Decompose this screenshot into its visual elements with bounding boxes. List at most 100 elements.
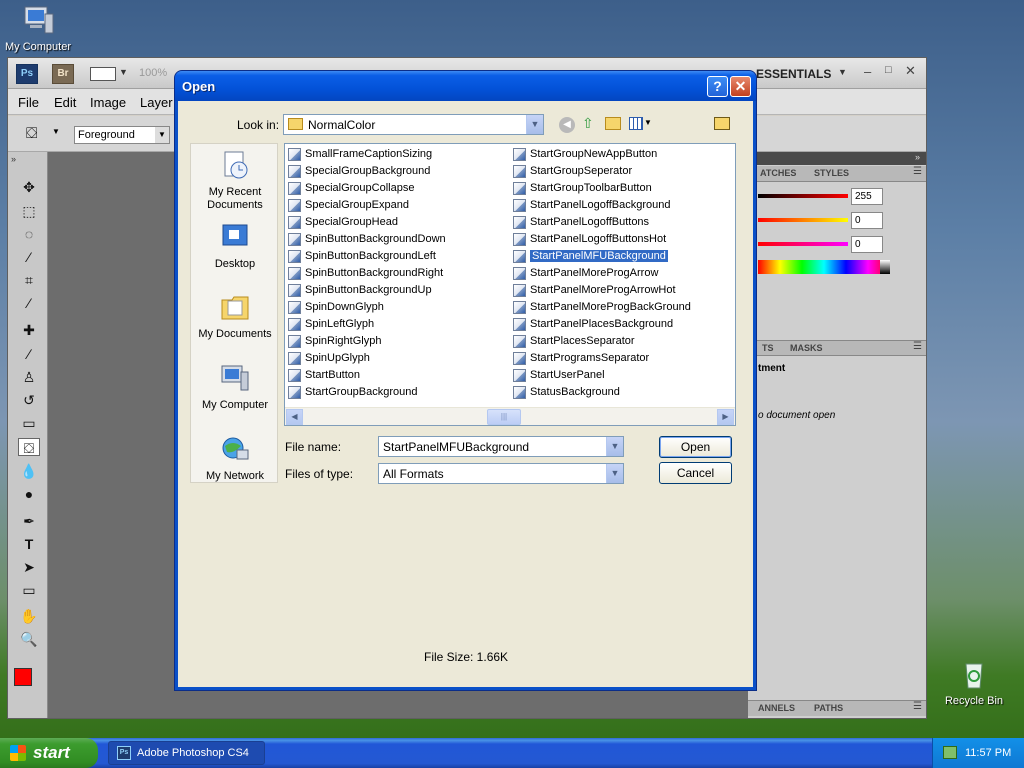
red-slider[interactable] [758,194,848,198]
healing-brush-icon[interactable]: ✚ [18,321,40,339]
minimize-icon[interactable]: – [864,64,871,79]
color-spectrum[interactable] [758,260,890,274]
tab-adjustments[interactable]: TS [762,343,774,353]
open-button[interactable]: Open [659,436,732,458]
brush-tool-icon[interactable]: ∕ [18,345,40,363]
type-tool-icon[interactable]: T [18,535,40,553]
horizontal-scrollbar[interactable]: ◀ ||| ▶ [285,407,735,425]
file-item[interactable]: SmallFrameCaptionSizing [287,146,432,162]
menu-edit[interactable]: Edit [54,95,76,110]
close-icon[interactable]: ✕ [905,63,916,79]
new-folder-icon[interactable] [605,117,621,130]
desktop-icon-recycle-bin[interactable]: Recycle Bin [936,658,1012,707]
hand-tool-icon[interactable]: ✋ [18,607,40,625]
pen-tool-icon[interactable]: ✒ [18,512,40,530]
path-selection-icon[interactable]: ➤ [18,558,40,576]
blue-slider[interactable] [758,242,848,246]
help-button[interactable]: ? [707,76,728,97]
file-item[interactable]: StartProgramsSeparator [512,350,649,366]
place-my-network[interactable]: My Network [191,434,279,483]
view-extras-icon[interactable] [90,67,116,81]
file-item[interactable]: SpinButtonBackgroundUp [287,282,432,298]
move-tool-icon[interactable]: ✥ [18,178,40,196]
chevron-down-icon[interactable]: ▼ [644,118,652,127]
close-button[interactable]: ✕ [730,76,751,97]
crop-tool-icon[interactable]: ⌗ [18,271,40,289]
clock[interactable]: 11:57 PM [965,747,1011,759]
panel-menu-icon[interactable]: ☰ [913,341,922,352]
fill-source-select[interactable]: Foreground ▼ [74,126,170,144]
file-item[interactable]: SpinLeftGlyph [287,316,374,332]
zoom-level[interactable]: 100% [139,67,167,79]
file-item[interactable]: SpinButtonBackgroundDown [287,231,446,247]
menu-image[interactable]: Image [90,95,126,110]
place-my-computer[interactable]: My Computer [191,363,279,412]
magic-wand-icon[interactable]: ⁄ [18,248,40,266]
file-item[interactable]: StartGroupBackground [287,384,418,400]
file-item[interactable]: StartPanelMoreProgBackGround [512,299,691,315]
file-item[interactable]: SpinUpGlyph [287,350,370,366]
file-item[interactable]: SpinRightGlyph [287,333,381,349]
file-item[interactable]: StartPlacesSeparator [512,333,635,349]
file-item[interactable]: StartGroupToolbarButton [512,180,652,196]
file-item[interactable]: StartPanelMoreProgArrowHot [512,282,676,298]
file-item[interactable]: SpecialGroupExpand [287,197,409,213]
collapse-icon[interactable]: » [915,152,920,162]
views-menu-icon[interactable] [629,117,643,130]
tab-channels[interactable]: ANNELS [758,703,795,713]
file-item[interactable]: SpecialGroupCollapse [287,180,414,196]
tab-masks[interactable]: MASKS [790,343,823,353]
start-button[interactable]: start [0,738,98,768]
chevron-down-icon[interactable]: ▼ [52,127,60,136]
place-my-documents[interactable]: My Documents [191,292,279,341]
blur-tool-icon[interactable]: 💧 [18,462,40,480]
tab-swatches[interactable]: ATCHES [760,168,796,178]
file-item[interactable]: StartPanelLogoffButtons [512,214,649,230]
back-icon[interactable]: ◀ [559,117,575,133]
favorites-folder-icon[interactable] [714,117,730,130]
network-icon[interactable] [943,746,957,759]
chevron-down-icon[interactable]: ▼ [838,67,847,77]
lasso-tool-icon[interactable]: ◌ [18,225,40,243]
eyedropper-icon[interactable]: ⁄ [18,294,40,312]
file-item[interactable]: SpecialGroupHead [287,214,398,230]
cancel-button[interactable]: Cancel [659,462,732,484]
file-item[interactable]: SpinButtonBackgroundRight [287,265,443,281]
red-value-field[interactable]: 255 [851,188,883,205]
blue-value-field[interactable]: 0 [851,236,883,253]
shape-tool-icon[interactable]: ▭ [18,581,40,599]
scroll-left-icon[interactable]: ◀ [286,409,303,425]
eraser-icon[interactable]: ▭ [18,414,40,432]
workspace-switcher[interactable]: ESSENTIALS [756,67,831,81]
panel-menu-icon[interactable]: ☰ [913,166,922,177]
look-in-select[interactable]: NormalColor ▼ [283,114,544,135]
file-item[interactable]: StartButton [287,367,360,383]
green-value-field[interactable]: 0 [851,212,883,229]
place-desktop[interactable]: Desktop [191,222,279,271]
file-item[interactable]: StartGroupSeperator [512,163,632,179]
dodge-tool-icon[interactable]: ● [18,485,40,503]
maximize-icon[interactable]: □ [885,64,892,76]
taskbar-item-photoshop[interactable]: Ps Adobe Photoshop CS4 [108,741,265,765]
file-item[interactable]: StartPanelLogoffBackground [512,197,670,213]
file-item[interactable]: SpecialGroupBackground [287,163,430,179]
file-item[interactable]: SpinButtonBackgroundLeft [287,248,436,264]
file-item[interactable]: StartPanelMFUBackground [512,248,668,264]
menu-file[interactable]: File [18,95,39,110]
file-item[interactable]: StartPanelMoreProgArrow [512,265,658,281]
green-slider[interactable] [758,218,848,222]
file-type-select[interactable]: All Formats ▼ [378,463,624,484]
zoom-tool-icon[interactable]: 🔍 [18,630,40,648]
expand-icon[interactable]: » [11,154,16,164]
file-name-input[interactable]: StartPanelMFUBackground ▼ [378,436,624,457]
scroll-thumb[interactable]: ||| [487,409,521,425]
file-item[interactable]: StartPanelPlacesBackground [512,316,673,332]
marquee-tool-icon[interactable]: ⬚ [18,202,40,220]
panel-menu-icon[interactable]: ☰ [913,701,922,712]
file-item[interactable]: SpinDownGlyph [287,299,384,315]
file-item[interactable]: StartGroupNewAppButton [512,146,657,162]
foreground-color-swatch[interactable] [14,668,32,686]
tab-styles[interactable]: STYLES [814,168,849,178]
desktop-icon-my-computer[interactable]: My Computer [0,4,76,53]
file-item[interactable]: StartUserPanel [512,367,605,383]
